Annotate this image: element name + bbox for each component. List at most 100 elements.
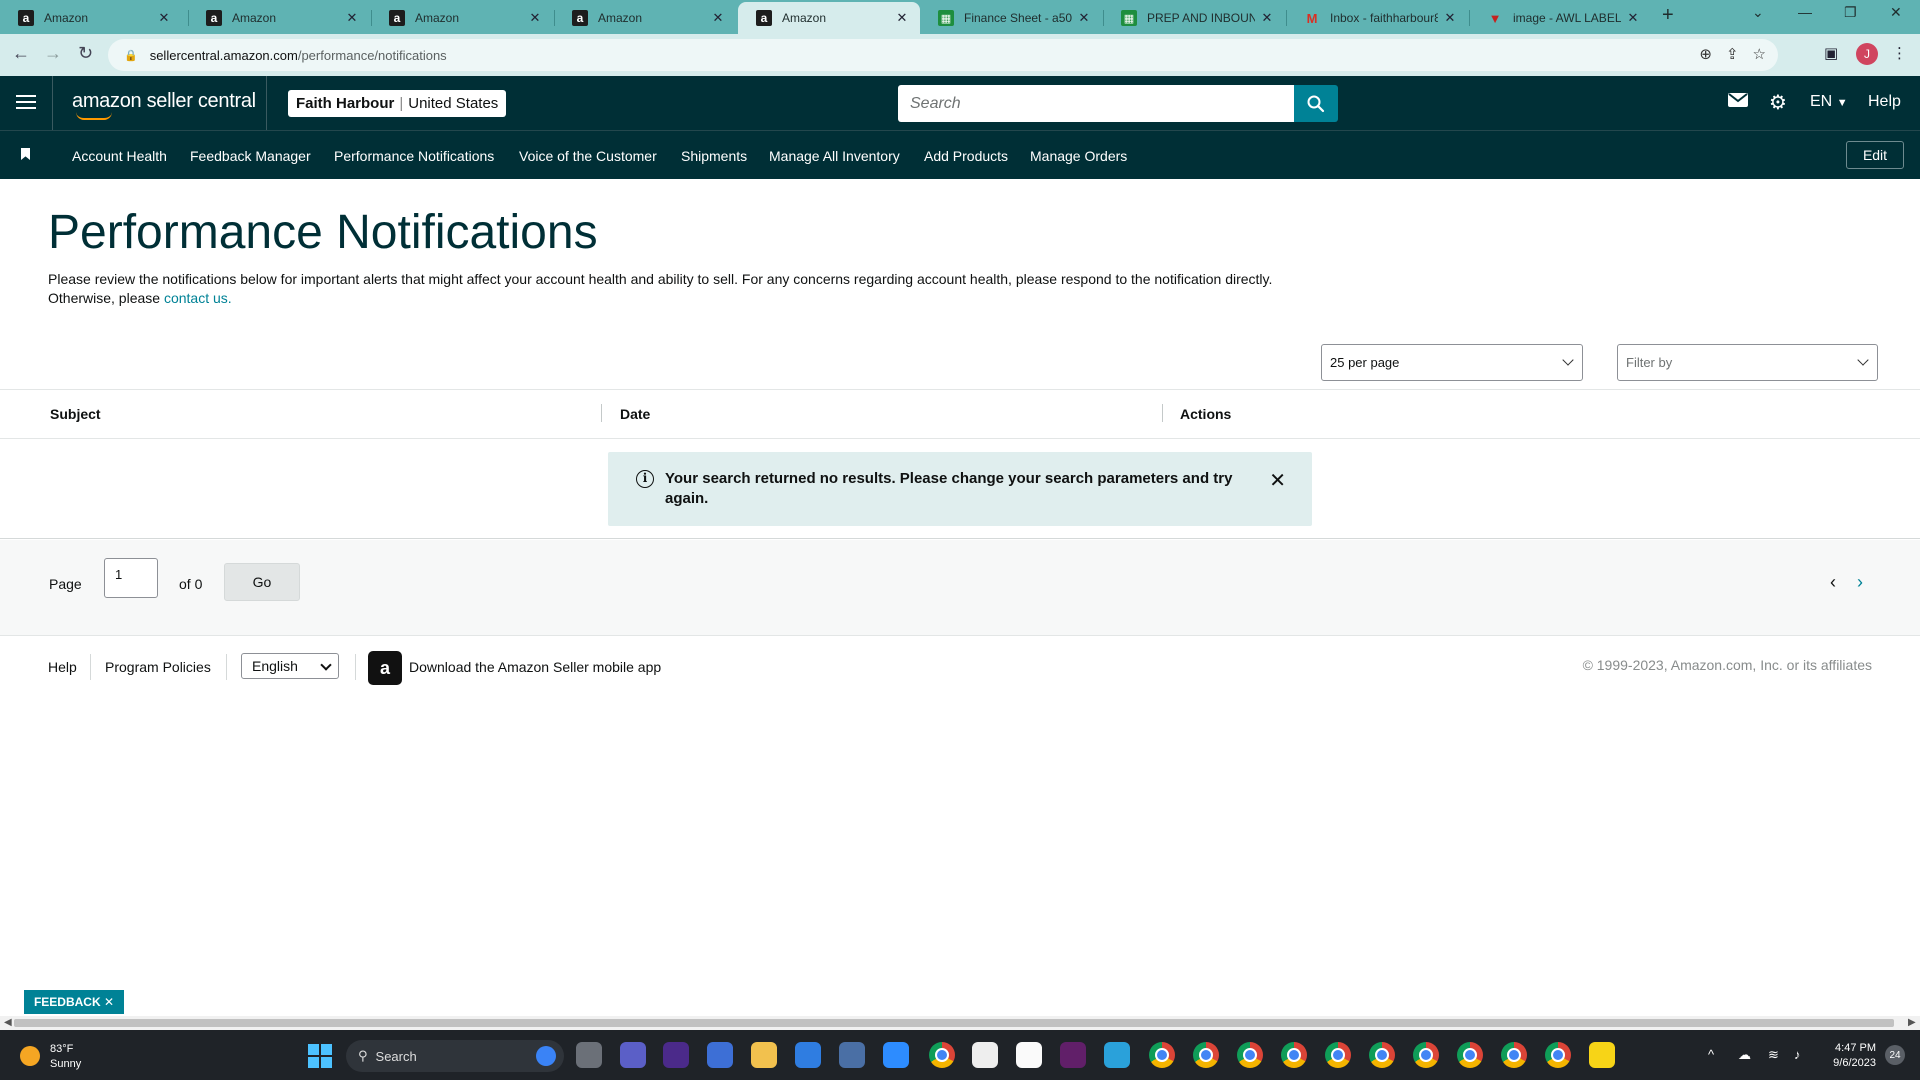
chrome-icon[interactable] xyxy=(1325,1042,1351,1068)
telegram-icon[interactable] xyxy=(1104,1042,1130,1068)
share-icon[interactable]: ⇪ xyxy=(1726,45,1739,63)
horizontal-scrollbar[interactable]: ◀ ▶ xyxy=(0,1016,1920,1030)
nav-link-shipments[interactable]: Shipments xyxy=(681,148,747,164)
new-tab-button[interactable]: + xyxy=(1662,4,1674,27)
tab-search-icon[interactable]: ⌄ xyxy=(1752,4,1764,21)
next-app-icon[interactable] xyxy=(663,1042,689,1068)
nav-link-account-health[interactable]: Account Health xyxy=(72,148,167,164)
notification-badge[interactable]: 24 xyxy=(1885,1045,1905,1065)
chrome-icon[interactable] xyxy=(929,1042,955,1068)
page-number-input[interactable]: 1 xyxy=(104,558,158,598)
close-icon[interactable]: ✕ xyxy=(1076,10,1092,26)
scroll-right-icon[interactable]: ▶ xyxy=(1908,1017,1916,1028)
chrome-icon[interactable] xyxy=(1501,1042,1527,1068)
system-clock[interactable]: 4:47 PM 9/6/2023 xyxy=(1820,1041,1876,1071)
per-page-select[interactable]: 25 per page xyxy=(1321,344,1583,381)
close-icon[interactable]: ✕ xyxy=(1625,10,1641,26)
nav-link-manage-inventory[interactable]: Manage All Inventory xyxy=(769,148,900,164)
gmail-app-icon[interactable] xyxy=(972,1042,998,1068)
browser-tab[interactable]: a Amazon ✕ xyxy=(188,2,370,34)
seller-central-logo[interactable]: amazon seller central xyxy=(72,90,256,120)
browser-tab[interactable]: a Amazon ✕ xyxy=(371,2,553,34)
amazon-app-icon[interactable]: a xyxy=(368,651,402,685)
weather-widget[interactable]: 83°F Sunny xyxy=(50,1042,81,1072)
nav-link-performance-notifications[interactable]: Performance Notifications xyxy=(334,148,494,164)
wifi-icon[interactable]: ≋ xyxy=(1768,1047,1779,1063)
app-icon[interactable] xyxy=(1016,1042,1042,1068)
bookmark-icon[interactable] xyxy=(21,148,30,160)
taskbar-search[interactable]: ⚲ Search xyxy=(346,1040,564,1072)
nav-link-voice-of-customer[interactable]: Voice of the Customer xyxy=(519,148,657,164)
sticky-notes-icon[interactable] xyxy=(1589,1042,1615,1068)
chrome-icon[interactable] xyxy=(1369,1042,1395,1068)
onedrive-icon[interactable]: ☁ xyxy=(1738,1047,1751,1063)
more-menu-icon[interactable]: ⋮ xyxy=(1892,44,1907,62)
close-icon[interactable]: ✕ xyxy=(1442,10,1458,26)
help-link[interactable]: Help xyxy=(1868,93,1901,111)
settings-gear-icon[interactable]: ⚙ xyxy=(1769,90,1787,115)
windows-start-icon[interactable] xyxy=(308,1044,332,1068)
browser-tab[interactable]: a Amazon ✕ xyxy=(0,2,182,34)
previous-page-icon[interactable]: ‹ xyxy=(1830,572,1836,593)
slack-icon[interactable] xyxy=(1060,1042,1086,1068)
browser-tab[interactable]: ▦ PREP AND INBOUND ✕ xyxy=(1103,2,1285,34)
scrollbar-thumb[interactable] xyxy=(14,1019,1894,1027)
chrome-icon[interactable] xyxy=(1149,1042,1175,1068)
app-icon[interactable] xyxy=(707,1042,733,1068)
minimize-button[interactable]: — xyxy=(1798,4,1812,20)
teams-icon[interactable] xyxy=(620,1042,646,1068)
back-icon[interactable]: ← xyxy=(12,43,30,64)
mail-icon[interactable] xyxy=(1728,92,1748,113)
file-explorer-icon[interactable] xyxy=(751,1042,777,1068)
footer-help-link[interactable]: Help xyxy=(48,659,77,675)
nav-link-manage-orders[interactable]: Manage Orders xyxy=(1030,148,1127,164)
browser-tab[interactable]: M Inbox - faithharbour8 ✕ xyxy=(1286,2,1468,34)
tray-overflow-icon[interactable]: ^ xyxy=(1708,1047,1714,1062)
browser-tab[interactable]: ▦ Finance Sheet - a50 - ✕ xyxy=(920,2,1102,34)
close-icon[interactable]: ✕ xyxy=(894,10,910,26)
close-icon[interactable]: ✕ xyxy=(1259,10,1275,26)
close-icon[interactable]: ✕ xyxy=(104,995,114,1009)
calendar-icon[interactable] xyxy=(795,1042,821,1068)
chrome-icon[interactable] xyxy=(1281,1042,1307,1068)
bookmark-star-icon[interactable]: ☆ xyxy=(1753,45,1766,63)
next-page-icon[interactable]: › xyxy=(1857,572,1863,593)
account-switcher[interactable]: Faith Harbour | United States xyxy=(288,90,507,117)
filter-select[interactable]: Filter by xyxy=(1617,344,1878,381)
chrome-icon[interactable] xyxy=(1545,1042,1571,1068)
chrome-icon[interactable] xyxy=(1193,1042,1219,1068)
edit-nav-button[interactable]: Edit xyxy=(1846,141,1904,169)
close-icon[interactable]: ✕ xyxy=(344,10,360,26)
browser-tab[interactable]: ▼ image - AWL LABEL ✕ xyxy=(1469,2,1651,34)
nav-link-add-products[interactable]: Add Products xyxy=(924,148,1008,164)
close-icon[interactable]: ✕ xyxy=(156,10,172,26)
zoom-icon[interactable]: ⊕ xyxy=(1699,45,1712,63)
search-input[interactable]: Search xyxy=(898,85,1294,122)
url-field[interactable]: 🔒 sellercentral.amazon.com/performance/n… xyxy=(108,39,1778,71)
column-header-date[interactable]: Date xyxy=(620,406,650,422)
browser-tab-active[interactable]: a Amazon ✕ xyxy=(738,2,920,34)
task-view-icon[interactable] xyxy=(576,1042,602,1068)
zoom-app-icon[interactable] xyxy=(883,1042,909,1068)
reload-icon[interactable]: ↻ xyxy=(78,43,93,64)
contact-us-link[interactable]: contact us. xyxy=(164,290,232,306)
nav-link-feedback-manager[interactable]: Feedback Manager xyxy=(190,148,311,164)
feedback-button[interactable]: FEEDBACK ✕ xyxy=(24,990,124,1014)
profile-avatar[interactable]: J xyxy=(1856,43,1878,65)
download-app-link[interactable]: Download the Amazon Seller mobile app xyxy=(409,659,661,675)
side-panel-icon[interactable]: ▣ xyxy=(1824,44,1838,62)
restore-button[interactable]: ❐ xyxy=(1844,4,1857,21)
close-icon[interactable]: ✕ xyxy=(1269,468,1286,493)
language-selector[interactable]: EN ▼ xyxy=(1810,93,1848,111)
column-header-subject[interactable]: Subject xyxy=(50,406,101,422)
chrome-icon[interactable] xyxy=(1237,1042,1263,1068)
browser-tab[interactable]: a Amazon ✕ xyxy=(554,2,736,34)
scroll-left-icon[interactable]: ◀ xyxy=(4,1017,12,1028)
sun-icon[interactable] xyxy=(20,1046,40,1066)
close-icon[interactable]: ✕ xyxy=(527,10,543,26)
chrome-icon[interactable] xyxy=(1457,1042,1483,1068)
footer-language-select[interactable]: English xyxy=(241,653,339,679)
calculator-icon[interactable] xyxy=(839,1042,865,1068)
search-button[interactable] xyxy=(1294,85,1338,122)
hamburger-menu-icon[interactable] xyxy=(16,91,36,113)
